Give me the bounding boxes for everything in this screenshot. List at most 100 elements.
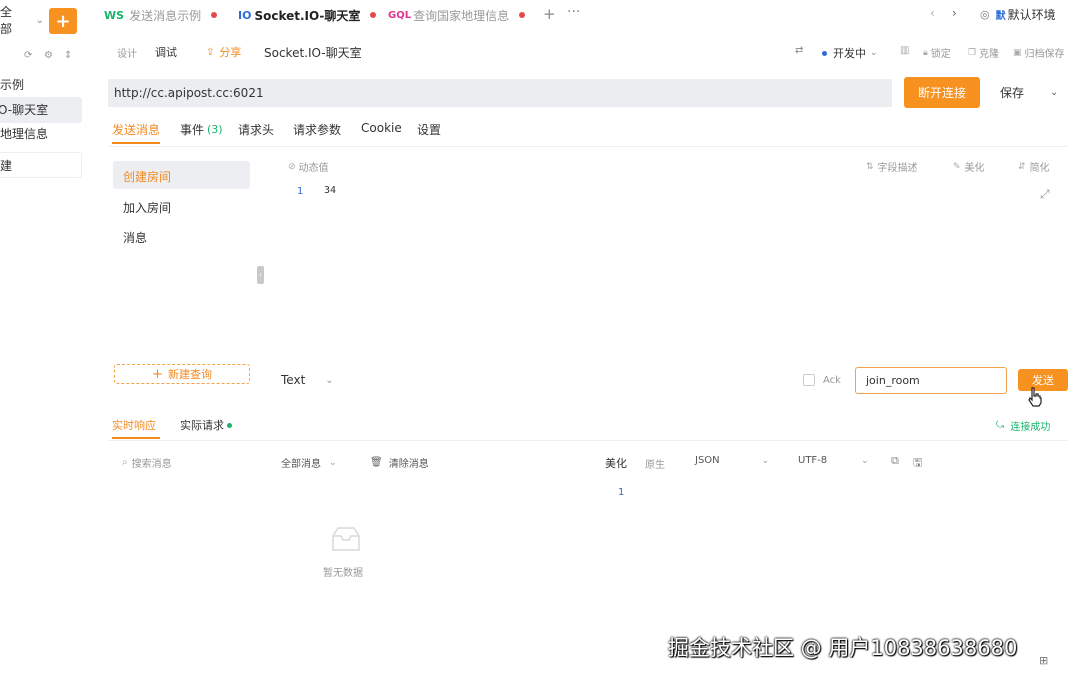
- raw-toggle[interactable]: 原生: [645, 456, 665, 471]
- unsaved-dot: [211, 12, 218, 18]
- sidebar-filter-select[interactable]: 全部 ⌄: [0, 5, 44, 36]
- encoding-label: UTF-8: [798, 455, 828, 466]
- design-tab[interactable]: 设计: [117, 45, 137, 60]
- unsaved-dot: [370, 12, 377, 18]
- debug-tab[interactable]: 调试: [155, 44, 177, 60]
- url-bar[interactable]: http://cc.apipost.cc:6021: [108, 79, 892, 107]
- request-toolbar: 设计 调试 ⇪ 分享 Socket.IO-聊天室 ⇄ 开发中 ⌄ ▥ 🔒︎ 锁定…: [108, 40, 1068, 64]
- copy-icon[interactable]: ⧉: [891, 454, 899, 468]
- beautify-label: 美化: [964, 163, 985, 174]
- add-button[interactable]: +: [49, 8, 77, 34]
- tab-events-label: 事件: [180, 123, 205, 137]
- tab-io-chatroom[interactable]: IO Socket.IO-聊天室: [238, 8, 377, 23]
- simplify-button[interactable]: ⇵ 简化: [1018, 159, 1050, 175]
- encoding-select[interactable]: UTF-8 ⌄: [798, 455, 869, 466]
- pane-resize-handle[interactable]: ‹: [257, 266, 264, 284]
- tab-actual-request[interactable]: 实际请求: [180, 417, 232, 433]
- more-tabs-icon[interactable]: ···: [567, 4, 580, 20]
- clone-icon: ❐: [968, 47, 977, 58]
- checkbox-icon: [803, 374, 815, 386]
- share-icon: ⇪: [206, 46, 215, 58]
- env-selector[interactable]: ◎ 默 默认环境: [980, 6, 1056, 23]
- lock-button[interactable]: 🔒︎ 锁定: [923, 45, 951, 61]
- tab-prefix: IO: [238, 8, 252, 22]
- tab-ws-example[interactable]: WS 发送消息示例: [104, 8, 218, 23]
- ack-checkbox[interactable]: Ack: [803, 374, 841, 386]
- status-label: 开发中: [833, 47, 866, 60]
- tab-settings[interactable]: 设置: [417, 121, 441, 138]
- chevron-left-icon[interactable]: ‹: [930, 6, 935, 20]
- sidebar-item-geo[interactable]: 地理信息: [0, 121, 82, 147]
- clear-messages-button[interactable]: 🗑︎ 清除消息: [370, 455, 429, 470]
- response-line-number: 1: [618, 487, 625, 498]
- layout-icon[interactable]: ▥: [900, 45, 909, 56]
- connection-status: ⤿ 连接成功: [996, 418, 1050, 433]
- new-tab-icon[interactable]: +: [543, 5, 556, 23]
- settings-icon[interactable]: ⚙: [44, 50, 53, 61]
- chevron-down-icon[interactable]: ⌄: [1050, 87, 1058, 98]
- expand-icon[interactable]: ⤢: [1040, 187, 1050, 202]
- code-editor[interactable]: 1 34 ⤢: [288, 180, 1058, 350]
- field-desc-button[interactable]: ⇅ 字段描述: [866, 159, 918, 175]
- share-button[interactable]: ⇪ 分享: [206, 44, 241, 60]
- new-query-button[interactable]: + 新建查询: [114, 364, 250, 384]
- chevron-down-icon: ⌄: [870, 48, 878, 58]
- response-format-select[interactable]: JSON ⌄: [695, 455, 769, 466]
- tab-gql-geo[interactable]: GQL 查询国家地理信息: [388, 8, 526, 23]
- empty-state-text: 暂无数据: [323, 568, 363, 579]
- sidebar-item-example[interactable]: 示例: [0, 72, 82, 98]
- message-filter-select[interactable]: 全部消息 ⌄: [281, 455, 337, 471]
- editor-content: 34: [324, 185, 337, 196]
- sidebar-item-label: 建: [0, 159, 13, 173]
- tab-headers[interactable]: 请求头: [238, 121, 274, 138]
- message-item-label: 加入房间: [123, 201, 172, 215]
- sort-icon[interactable]: ⇕: [64, 50, 72, 61]
- clone-label: 克隆: [979, 49, 1000, 60]
- tab-events[interactable]: 事件 (3): [180, 121, 223, 138]
- tab-label: 发送消息示例: [129, 8, 202, 23]
- tab-send-message[interactable]: 发送消息: [112, 121, 160, 138]
- send-button[interactable]: 发送: [1018, 369, 1068, 391]
- archive-button[interactable]: ▣ 归档保存: [1013, 45, 1065, 61]
- search-messages-input[interactable]: ⌕ 搜索消息: [122, 455, 172, 470]
- chevron-down-icon: ⌄: [761, 455, 770, 466]
- refresh-icon[interactable]: ⟳: [24, 50, 32, 61]
- chevron-down-icon: ⌄: [861, 455, 869, 466]
- chevron-right-icon[interactable]: ›: [952, 6, 957, 20]
- save-button[interactable]: 保存 ⌄: [1000, 84, 1058, 101]
- plus-icon: +: [152, 366, 163, 382]
- empty-box-icon: [330, 526, 362, 552]
- event-name-value: join_room: [866, 374, 920, 387]
- beautify-button[interactable]: ✎ 美化: [953, 159, 985, 175]
- status-select[interactable]: 开发中 ⌄: [822, 45, 878, 61]
- disconnect-button[interactable]: 断开连接: [904, 77, 980, 108]
- tab-cookie[interactable]: Cookie: [361, 121, 402, 135]
- new-query-label: 新建查询: [167, 368, 212, 381]
- event-name-input[interactable]: join_room: [855, 367, 1007, 394]
- message-item-create-room[interactable]: 创建房间: [113, 161, 250, 189]
- format-select[interactable]: Text ⌄: [281, 373, 334, 387]
- tab-label: Socket.IO-聊天室: [254, 8, 361, 23]
- tab-actual-response[interactable]: 实时响应: [112, 417, 156, 433]
- field-desc-label: 字段描述: [877, 163, 918, 174]
- search-icon: ⌕: [122, 457, 128, 468]
- sidebar-item-new[interactable]: 建: [0, 152, 82, 178]
- save-icon[interactable]: 🖫︎: [913, 454, 922, 473]
- clone-button[interactable]: ❐ 克隆: [968, 45, 1000, 61]
- message-item-label: 创建房间: [123, 170, 172, 184]
- sidebar-item-chatroom[interactable]: O-聊天室: [0, 97, 82, 123]
- message-item-message[interactable]: 消息: [113, 223, 250, 249]
- tab-params[interactable]: 请求参数: [293, 121, 341, 138]
- connection-status-label: 连接成功: [1010, 422, 1051, 433]
- dynamic-value-button[interactable]: ⊘ 动态值: [288, 159, 329, 175]
- pointer-cursor-icon: [1027, 387, 1043, 407]
- message-item-join-room[interactable]: 加入房间: [113, 193, 250, 219]
- watermark-text: 掘金技术社区 @ 用户1083863868​0: [668, 636, 1018, 660]
- request-name[interactable]: Socket.IO-聊天室: [264, 44, 362, 61]
- divider: [108, 146, 1068, 147]
- code-icon[interactable]: ⇄: [795, 45, 803, 56]
- grid-icon: ⊞: [1039, 654, 1049, 667]
- beautify-toggle[interactable]: 美化: [605, 455, 627, 471]
- status-dot: [227, 422, 232, 428]
- env-label: 默认环境: [1007, 8, 1056, 22]
